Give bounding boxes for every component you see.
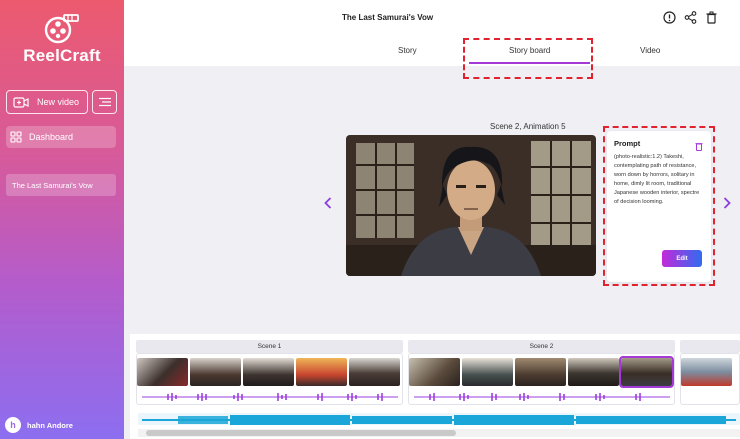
chevron-right-icon[interactable]	[723, 196, 731, 212]
scene-title: Scene 2, Animation 5	[490, 122, 566, 131]
scene-header: Scene 2	[408, 340, 675, 353]
film-reel-logo-icon	[44, 14, 79, 44]
thumbnail[interactable]	[137, 358, 188, 386]
chevron-left-icon[interactable]	[324, 196, 332, 212]
thumbnail[interactable]	[349, 358, 400, 386]
new-video-button[interactable]: New video	[6, 90, 88, 114]
horizontal-scrollbar[interactable]	[138, 429, 740, 437]
thumbnail-selected[interactable]	[619, 356, 674, 388]
project-title: The Last Samurai's Vow	[342, 13, 434, 22]
new-video-label: New video	[37, 97, 80, 107]
user-profile[interactable]: h hahn Andore	[5, 417, 73, 433]
tab-story[interactable]: Story	[398, 46, 417, 55]
top-header: The Last Samurai's Vow	[124, 0, 740, 38]
music-track[interactable]	[138, 413, 740, 425]
thumbnail[interactable]	[296, 358, 347, 386]
avatar: h	[5, 417, 21, 433]
tab-bar: Story Story board Video	[124, 38, 740, 66]
grid-icon	[10, 131, 22, 143]
thumbnail[interactable]	[681, 358, 732, 386]
thumbnail[interactable]	[462, 358, 513, 386]
scene-2-thumbnails	[409, 356, 674, 388]
share-icon[interactable]	[684, 11, 697, 24]
scene-header-partial	[680, 340, 740, 353]
trash-icon[interactable]	[705, 11, 718, 24]
app-logo-text: ReelCraft	[23, 46, 101, 65]
list-menu-icon	[98, 97, 111, 107]
audio-waveform	[142, 393, 398, 401]
project-item[interactable]: The Last Samurai's Vow	[6, 174, 116, 196]
thumbnail[interactable]	[243, 358, 294, 386]
thumbnail[interactable]	[515, 358, 566, 386]
scene-3-thumbnails	[681, 358, 732, 386]
highlight-box-prompt	[603, 126, 715, 286]
menu-toggle-button[interactable]	[92, 90, 117, 114]
scene-header: Scene 1	[136, 340, 403, 353]
dashboard-button[interactable]: Dashboard	[6, 126, 116, 148]
thumbnail[interactable]	[190, 358, 241, 386]
thumbnail[interactable]	[568, 358, 619, 386]
scene-1-thumbnails	[137, 358, 400, 386]
user-name: hahn Andore	[27, 420, 73, 430]
scrollbar-thumb[interactable]	[146, 430, 456, 436]
audio-waveform	[414, 393, 670, 401]
scene-image	[346, 135, 596, 276]
dashboard-label: Dashboard	[29, 132, 74, 142]
sidebar: ReelCraft New video Dashboard The Last S…	[0, 0, 124, 439]
highlight-box-tab	[463, 38, 593, 79]
thumbnail[interactable]	[409, 358, 460, 386]
tab-video[interactable]: Video	[640, 46, 660, 55]
info-icon[interactable]	[663, 11, 676, 24]
video-add-icon	[13, 96, 29, 108]
